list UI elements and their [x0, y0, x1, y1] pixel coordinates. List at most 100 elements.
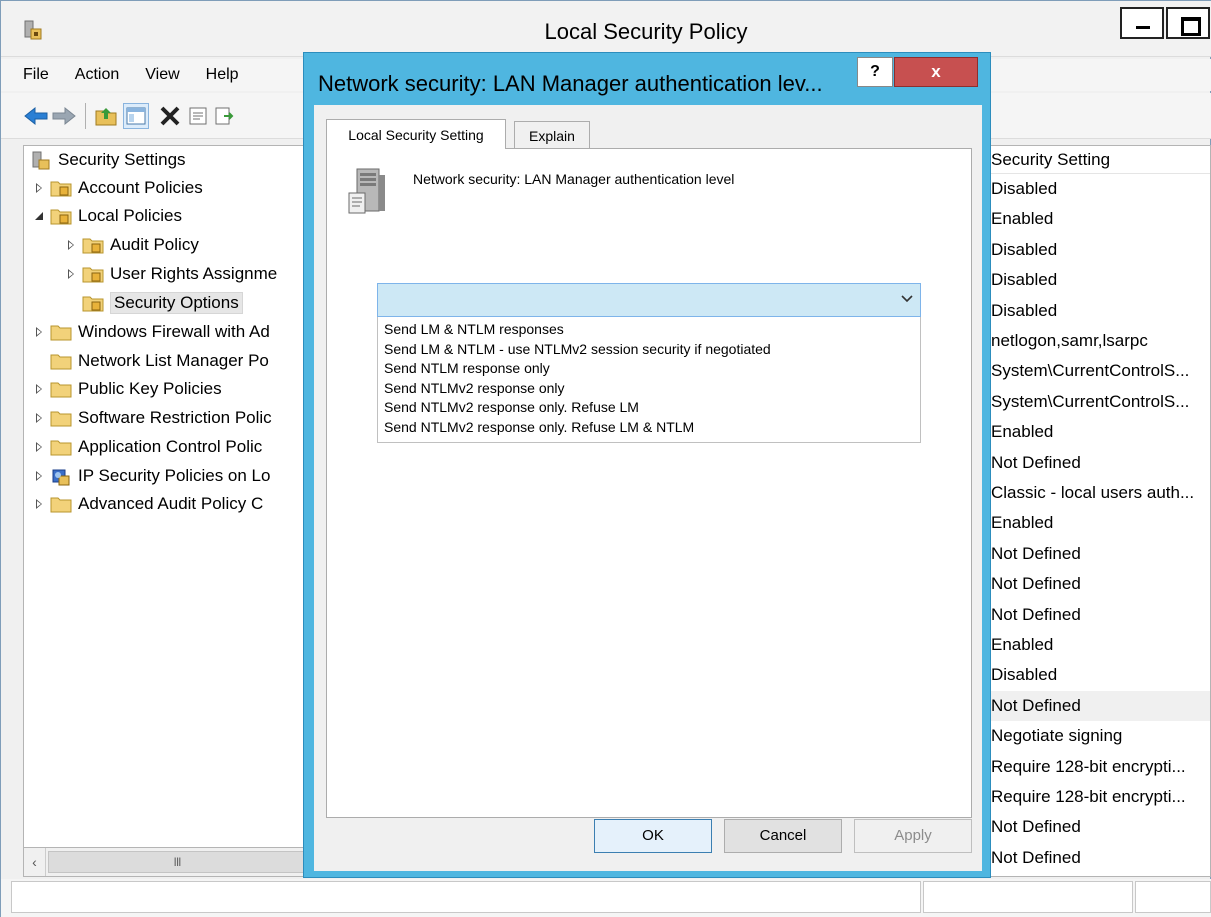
tree-item-public-key-policies[interactable]: Public Key Policies — [32, 377, 222, 401]
list-row[interactable]: Enabled — [979, 417, 1210, 447]
tree-label: Security Settings — [58, 150, 186, 169]
list-row[interactable]: Negotiate signing — [979, 721, 1210, 751]
tab-panel: Network security: LAN Manager authentica… — [326, 148, 972, 818]
list-row[interactable]: Disabled — [979, 265, 1210, 295]
title-bar[interactable]: Local Security Policy — [1, 1, 1211, 57]
policy-folder-icon — [82, 236, 104, 254]
up-folder-icon[interactable] — [93, 103, 119, 129]
expand-arrow-icon[interactable] — [32, 382, 46, 396]
tree-label: Application Control Polic — [78, 437, 263, 456]
list-row[interactable]: Classic - local users auth... — [979, 478, 1210, 508]
list-row[interactable]: Require 128-bit encrypti... — [979, 752, 1210, 782]
list-row[interactable]: Enabled — [979, 204, 1210, 234]
list-row[interactable]: Disabled — [979, 660, 1210, 690]
folder-icon — [50, 352, 72, 370]
menu-help[interactable]: Help — [206, 66, 239, 84]
authentication-level-dropdown[interactable] — [377, 283, 921, 317]
tree-item-advanced-audit[interactable]: Advanced Audit Policy C — [32, 492, 263, 516]
expand-arrow-icon[interactable] — [64, 238, 78, 252]
dropdown-option[interactable]: Send NTLMv2 response only — [378, 379, 920, 399]
back-arrow-icon[interactable] — [23, 103, 49, 129]
list-row[interactable]: Disabled — [979, 174, 1210, 204]
list-row[interactable]: Enabled — [979, 508, 1210, 538]
tree-item-ip-security[interactable]: IP Security Policies on Lo — [32, 464, 270, 488]
list-row[interactable]: Enabled — [979, 630, 1210, 660]
list-row[interactable]: netlogon,samr,lsarpc — [979, 326, 1210, 356]
list-row[interactable]: Not Defined — [979, 600, 1210, 630]
tab-local-security-setting[interactable]: Local Security Setting — [326, 119, 506, 149]
apply-button[interactable]: Apply — [854, 819, 972, 853]
tree-label: Windows Firewall with Ad — [78, 322, 270, 341]
tree-item-security-settings[interactable]: Security Settings — [30, 148, 186, 172]
dropdown-option[interactable]: Send LM & NTLM responses — [378, 320, 920, 340]
tab-explain[interactable]: Explain — [514, 121, 590, 149]
show-hide-tree-icon[interactable] — [123, 103, 149, 129]
dropdown-options-list: Send LM & NTLM responses Send LM & NTLM … — [377, 317, 921, 443]
close-button[interactable]: x — [894, 57, 978, 87]
tree-horizontal-scrollbar[interactable]: ‹ III — [23, 847, 309, 877]
tree-item-local-policies[interactable]: Local Policies — [32, 204, 182, 228]
tree-label: Audit Policy — [110, 235, 199, 254]
collapse-arrow-icon[interactable] — [32, 209, 46, 223]
tree-label: Security Options — [110, 292, 243, 314]
list-row[interactable]: Not Defined — [979, 812, 1210, 842]
folder-icon — [50, 495, 72, 513]
expand-arrow-icon[interactable] — [32, 325, 46, 339]
list-row[interactable]: Not Defined — [979, 448, 1210, 478]
settings-list-pane[interactable]: Security Setting Disabled Enabled Disabled… — [979, 145, 1211, 877]
scrollbar-thumb[interactable]: III — [48, 851, 306, 873]
chevron-down-icon[interactable] — [900, 292, 914, 306]
dropdown-option[interactable]: Send NTLMv2 response only. Refuse LM — [378, 398, 920, 418]
tree-item-security-options[interactable]: Security Options — [82, 291, 243, 315]
tree-item-user-rights-assignment[interactable]: User Rights Assignme — [64, 262, 277, 286]
menu-view[interactable]: View — [145, 66, 179, 84]
tree-item-application-control[interactable]: Application Control Polic — [32, 435, 262, 459]
expand-arrow-icon[interactable] — [64, 267, 78, 281]
expand-arrow-icon[interactable] — [32, 497, 46, 511]
policy-folder-icon — [50, 179, 72, 197]
expand-arrow-icon[interactable] — [32, 411, 46, 425]
scroll-left-icon[interactable]: ‹ — [24, 848, 46, 876]
help-button[interactable]: ? — [857, 57, 893, 87]
menu-file[interactable]: File — [23, 66, 49, 84]
delete-icon[interactable] — [157, 103, 183, 129]
maximize-button[interactable] — [1166, 7, 1210, 39]
cancel-button[interactable]: Cancel — [724, 819, 842, 853]
column-header-security-setting[interactable]: Security Setting — [979, 146, 1210, 174]
tree-pane[interactable]: Security Settings Account Policies Local… — [23, 145, 309, 877]
forward-arrow-icon[interactable] — [51, 103, 77, 129]
tree-item-audit-policy[interactable]: Audit Policy — [64, 233, 199, 257]
folder-icon — [50, 409, 72, 427]
dialog-body: Local Security Setting Explain Network s… — [314, 105, 982, 871]
folder-icon — [50, 380, 72, 398]
tree-item-account-policies[interactable]: Account Policies — [32, 176, 203, 200]
list-row[interactable]: Not Defined — [979, 843, 1210, 873]
ok-button[interactable]: OK — [594, 819, 712, 853]
properties-icon[interactable] — [185, 103, 211, 129]
dropdown-option[interactable]: Send NTLM response only — [378, 359, 920, 379]
list-row[interactable]: System\CurrentControlS... — [979, 356, 1210, 386]
list-row[interactable]: Require 128-bit encrypti... — [979, 782, 1210, 812]
list-row[interactable]: Disabled — [979, 235, 1210, 265]
tree-label: IP Security Policies on Lo — [78, 466, 271, 485]
list-row[interactable]: Not Defined — [979, 539, 1210, 569]
tree-item-software-restriction[interactable]: Software Restriction Polic — [32, 406, 272, 430]
expand-arrow-icon[interactable] — [32, 440, 46, 454]
minimize-button[interactable] — [1120, 7, 1164, 39]
tree-item-network-list-manager[interactable]: Network List Manager Po — [50, 349, 269, 373]
expand-arrow-icon[interactable] — [32, 469, 46, 483]
tree-item-windows-firewall[interactable]: Windows Firewall with Ad — [32, 320, 270, 344]
list-row[interactable]: Not Defined — [979, 690, 1210, 721]
export-list-icon[interactable] — [211, 103, 237, 129]
expand-arrow-icon[interactable] — [32, 181, 46, 195]
tree-label: Advanced Audit Policy C — [78, 494, 264, 513]
dropdown-option[interactable]: Send LM & NTLM - use NTLMv2 session secu… — [378, 340, 920, 360]
list-row[interactable]: System\CurrentControlS... — [979, 387, 1210, 417]
list-row[interactable]: Not Defined — [979, 569, 1210, 599]
dropdown-option[interactable]: Send NTLMv2 response only. Refuse LM & N… — [378, 418, 920, 438]
menu-action[interactable]: Action — [75, 66, 119, 84]
tree-label: Network List Manager Po — [78, 351, 269, 370]
tree-label: Public Key Policies — [78, 379, 222, 398]
policy-folder-icon — [50, 207, 72, 225]
list-row[interactable]: Disabled — [979, 296, 1210, 326]
